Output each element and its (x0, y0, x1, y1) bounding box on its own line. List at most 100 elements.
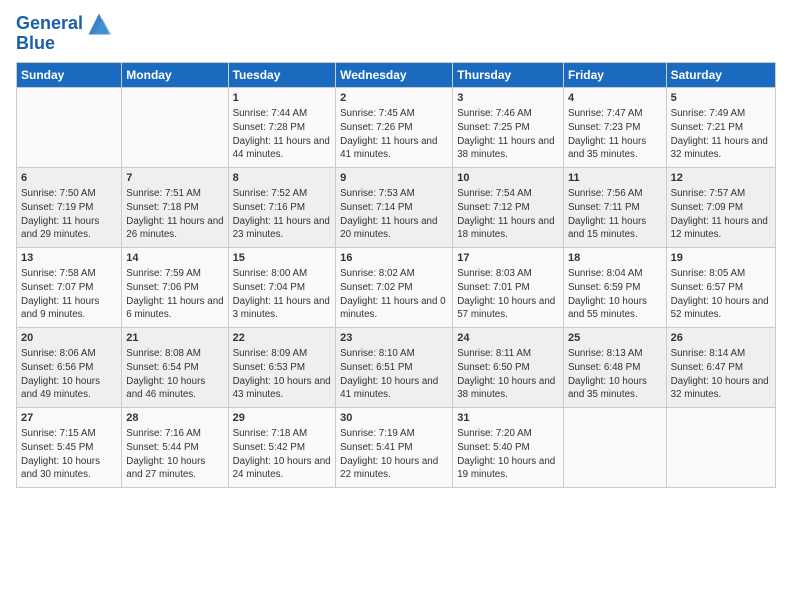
col-header-tuesday: Tuesday (228, 62, 336, 87)
day-info: Sunrise: 7:52 AMSunset: 7:16 PMDaylight:… (233, 187, 332, 242)
day-number: 7 (126, 171, 223, 186)
day-number: 15 (233, 251, 332, 266)
day-info: Sunrise: 7:47 AMSunset: 7:23 PMDaylight:… (568, 107, 662, 162)
calendar-cell: 17Sunrise: 8:03 AMSunset: 7:01 PMDayligh… (453, 247, 564, 327)
calendar-cell: 1Sunrise: 7:44 AMSunset: 7:28 PMDaylight… (228, 87, 336, 167)
logo: General Blue (16, 10, 113, 54)
calendar-cell: 19Sunrise: 8:05 AMSunset: 6:57 PMDayligh… (666, 247, 775, 327)
calendar-cell: 5Sunrise: 7:49 AMSunset: 7:21 PMDaylight… (666, 87, 775, 167)
logo-icon (85, 10, 113, 38)
calendar-cell: 29Sunrise: 7:18 AMSunset: 5:42 PMDayligh… (228, 407, 336, 487)
calendar-cell: 3Sunrise: 7:46 AMSunset: 7:25 PMDaylight… (453, 87, 564, 167)
day-number: 26 (671, 331, 771, 346)
calendar-cell: 9Sunrise: 7:53 AMSunset: 7:14 PMDaylight… (336, 167, 453, 247)
calendar-page: General Blue SundayMondayTuesdayWednesda… (0, 0, 792, 612)
day-number: 4 (568, 91, 662, 106)
week-row: 27Sunrise: 7:15 AMSunset: 5:45 PMDayligh… (17, 407, 776, 487)
day-info: Sunrise: 7:46 AMSunset: 7:25 PMDaylight:… (457, 107, 559, 162)
calendar-cell: 11Sunrise: 7:56 AMSunset: 7:11 PMDayligh… (563, 167, 666, 247)
day-info: Sunrise: 7:58 AMSunset: 7:07 PMDaylight:… (21, 267, 117, 322)
day-number: 19 (671, 251, 771, 266)
day-info: Sunrise: 8:10 AMSunset: 6:51 PMDaylight:… (340, 347, 448, 402)
day-info: Sunrise: 8:11 AMSunset: 6:50 PMDaylight:… (457, 347, 559, 402)
day-info: Sunrise: 8:13 AMSunset: 6:48 PMDaylight:… (568, 347, 662, 402)
logo-text: General (16, 14, 83, 34)
day-number: 11 (568, 171, 662, 186)
day-info: Sunrise: 7:54 AMSunset: 7:12 PMDaylight:… (457, 187, 559, 242)
day-number: 20 (21, 331, 117, 346)
calendar-cell: 24Sunrise: 8:11 AMSunset: 6:50 PMDayligh… (453, 327, 564, 407)
day-info: Sunrise: 8:04 AMSunset: 6:59 PMDaylight:… (568, 267, 662, 322)
day-info: Sunrise: 7:53 AMSunset: 7:14 PMDaylight:… (340, 187, 448, 242)
day-number: 29 (233, 411, 332, 426)
day-info: Sunrise: 7:20 AMSunset: 5:40 PMDaylight:… (457, 427, 559, 482)
day-info: Sunrise: 7:19 AMSunset: 5:41 PMDaylight:… (340, 427, 448, 482)
header-row: SundayMondayTuesdayWednesdayThursdayFrid… (17, 62, 776, 87)
calendar-cell: 15Sunrise: 8:00 AMSunset: 7:04 PMDayligh… (228, 247, 336, 327)
calendar-cell: 12Sunrise: 7:57 AMSunset: 7:09 PMDayligh… (666, 167, 775, 247)
day-info: Sunrise: 8:03 AMSunset: 7:01 PMDaylight:… (457, 267, 559, 322)
day-number: 6 (21, 171, 117, 186)
day-info: Sunrise: 7:57 AMSunset: 7:09 PMDaylight:… (671, 187, 771, 242)
calendar-cell (122, 87, 228, 167)
calendar-cell: 23Sunrise: 8:10 AMSunset: 6:51 PMDayligh… (336, 327, 453, 407)
day-number: 22 (233, 331, 332, 346)
week-row: 13Sunrise: 7:58 AMSunset: 7:07 PMDayligh… (17, 247, 776, 327)
day-number: 25 (568, 331, 662, 346)
day-number: 23 (340, 331, 448, 346)
day-number: 24 (457, 331, 559, 346)
day-number: 28 (126, 411, 223, 426)
calendar-cell: 21Sunrise: 8:08 AMSunset: 6:54 PMDayligh… (122, 327, 228, 407)
calendar-cell: 27Sunrise: 7:15 AMSunset: 5:45 PMDayligh… (17, 407, 122, 487)
day-number: 8 (233, 171, 332, 186)
calendar-cell: 26Sunrise: 8:14 AMSunset: 6:47 PMDayligh… (666, 327, 775, 407)
day-number: 10 (457, 171, 559, 186)
day-number: 16 (340, 251, 448, 266)
day-number: 18 (568, 251, 662, 266)
week-row: 20Sunrise: 8:06 AMSunset: 6:56 PMDayligh… (17, 327, 776, 407)
day-number: 2 (340, 91, 448, 106)
calendar-cell: 20Sunrise: 8:06 AMSunset: 6:56 PMDayligh… (17, 327, 122, 407)
day-number: 5 (671, 91, 771, 106)
calendar-cell: 22Sunrise: 8:09 AMSunset: 6:53 PMDayligh… (228, 327, 336, 407)
week-row: 6Sunrise: 7:50 AMSunset: 7:19 PMDaylight… (17, 167, 776, 247)
calendar-cell: 13Sunrise: 7:58 AMSunset: 7:07 PMDayligh… (17, 247, 122, 327)
col-header-thursday: Thursday (453, 62, 564, 87)
day-info: Sunrise: 7:18 AMSunset: 5:42 PMDaylight:… (233, 427, 332, 482)
day-number: 14 (126, 251, 223, 266)
calendar-cell: 7Sunrise: 7:51 AMSunset: 7:18 PMDaylight… (122, 167, 228, 247)
calendar-cell: 28Sunrise: 7:16 AMSunset: 5:44 PMDayligh… (122, 407, 228, 487)
day-info: Sunrise: 7:16 AMSunset: 5:44 PMDaylight:… (126, 427, 223, 482)
calendar-cell: 4Sunrise: 7:47 AMSunset: 7:23 PMDaylight… (563, 87, 666, 167)
calendar-cell: 30Sunrise: 7:19 AMSunset: 5:41 PMDayligh… (336, 407, 453, 487)
calendar-cell: 10Sunrise: 7:54 AMSunset: 7:12 PMDayligh… (453, 167, 564, 247)
day-number: 1 (233, 91, 332, 106)
calendar-cell (563, 407, 666, 487)
day-number: 27 (21, 411, 117, 426)
logo-text2: Blue (16, 34, 55, 54)
calendar-cell: 25Sunrise: 8:13 AMSunset: 6:48 PMDayligh… (563, 327, 666, 407)
day-info: Sunrise: 7:59 AMSunset: 7:06 PMDaylight:… (126, 267, 223, 322)
day-info: Sunrise: 7:51 AMSunset: 7:18 PMDaylight:… (126, 187, 223, 242)
day-info: Sunrise: 7:49 AMSunset: 7:21 PMDaylight:… (671, 107, 771, 162)
col-header-sunday: Sunday (17, 62, 122, 87)
day-number: 3 (457, 91, 559, 106)
calendar-cell: 8Sunrise: 7:52 AMSunset: 7:16 PMDaylight… (228, 167, 336, 247)
calendar-cell: 14Sunrise: 7:59 AMSunset: 7:06 PMDayligh… (122, 247, 228, 327)
day-info: Sunrise: 8:14 AMSunset: 6:47 PMDaylight:… (671, 347, 771, 402)
col-header-monday: Monday (122, 62, 228, 87)
week-row: 1Sunrise: 7:44 AMSunset: 7:28 PMDaylight… (17, 87, 776, 167)
day-number: 31 (457, 411, 559, 426)
calendar-cell: 6Sunrise: 7:50 AMSunset: 7:19 PMDaylight… (17, 167, 122, 247)
col-header-wednesday: Wednesday (336, 62, 453, 87)
day-info: Sunrise: 7:50 AMSunset: 7:19 PMDaylight:… (21, 187, 117, 242)
day-info: Sunrise: 8:02 AMSunset: 7:02 PMDaylight:… (340, 267, 448, 322)
col-header-saturday: Saturday (666, 62, 775, 87)
day-number: 9 (340, 171, 448, 186)
col-header-friday: Friday (563, 62, 666, 87)
day-info: Sunrise: 8:06 AMSunset: 6:56 PMDaylight:… (21, 347, 117, 402)
day-number: 13 (21, 251, 117, 266)
day-info: Sunrise: 8:05 AMSunset: 6:57 PMDaylight:… (671, 267, 771, 322)
calendar-cell: 16Sunrise: 8:02 AMSunset: 7:02 PMDayligh… (336, 247, 453, 327)
header: General Blue (16, 10, 776, 54)
